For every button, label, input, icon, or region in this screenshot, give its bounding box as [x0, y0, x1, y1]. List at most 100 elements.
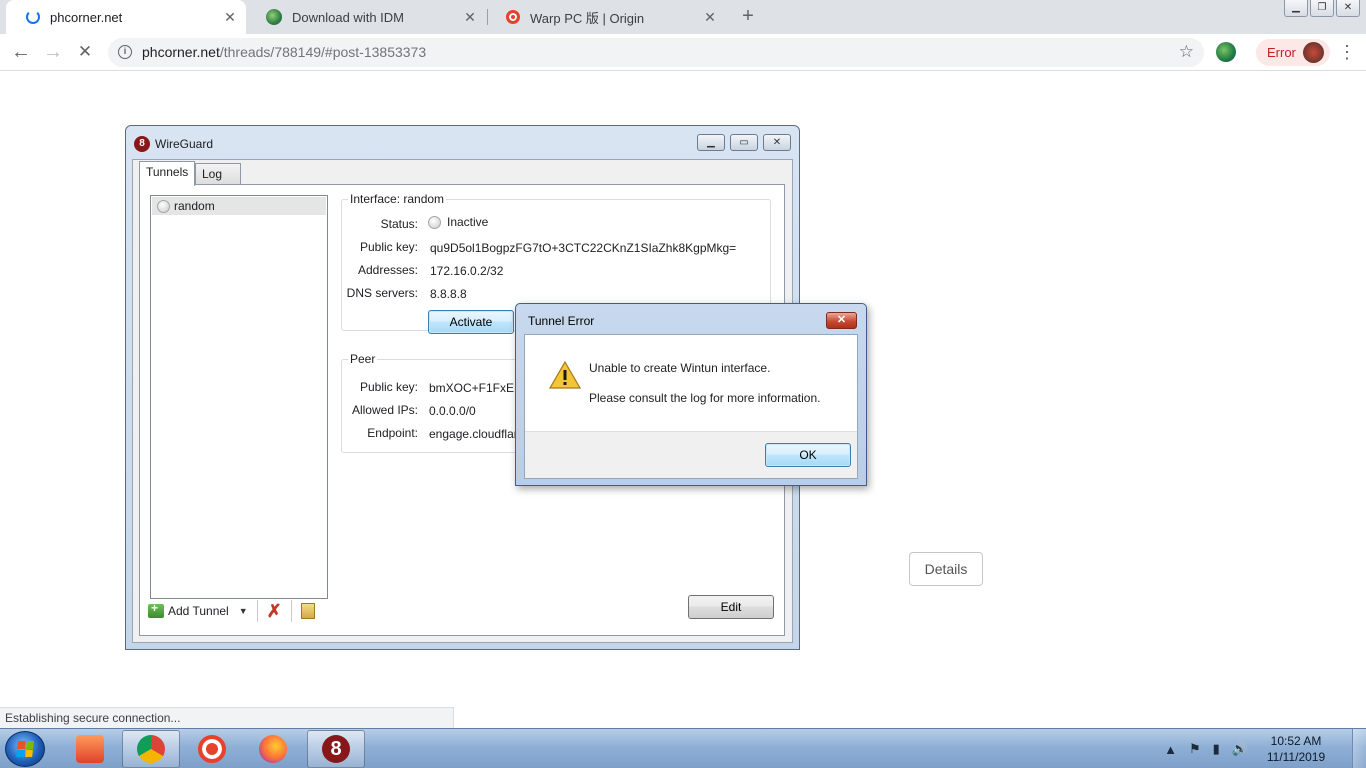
dialog-footer: OK [525, 431, 857, 478]
close-tab-icon[interactable]: ✕ [702, 9, 718, 25]
peer-legend: Peer [348, 352, 378, 366]
clock-time: 10:52 AM [1270, 734, 1322, 748]
edit-button[interactable]: Edit [688, 595, 774, 619]
inactive-status-icon [157, 199, 170, 213]
addresses-value: 172.16.0.2/32 [430, 264, 504, 278]
action-center-icon[interactable]: ⚑ [1189, 741, 1201, 757]
address-bar[interactable]: i phcorner.net/threads/788149/#post-1385… [108, 38, 1204, 67]
peer-pubkey-label: Public key: [359, 380, 418, 394]
allowed-ips-label: Allowed IPs: [351, 403, 418, 417]
tab-title: Download with IDM [292, 9, 404, 25]
bookmark-star-icon[interactable]: ☆ [1179, 42, 1194, 62]
back-button[interactable]: ← [8, 40, 34, 66]
new-tab-button[interactable]: + [737, 5, 759, 27]
pubkey-label: Public key: [359, 240, 418, 254]
clock[interactable]: 10:52 AM 11/11/2019 [1254, 733, 1338, 765]
origin-icon [198, 735, 226, 763]
activate-button[interactable]: Activate [428, 310, 514, 334]
status-text: Inactive [447, 215, 489, 229]
tab-log[interactable]: Log [195, 163, 241, 185]
close-tab-icon[interactable]: ✕ [222, 9, 238, 25]
wireguard-window-controls: ▁ ▭ ✕ [697, 134, 791, 151]
browser-toolbar: ← → ✕ i phcorner.net/threads/788149/#pos… [0, 34, 1366, 71]
taskbar-origin[interactable] [183, 730, 241, 768]
restore-button[interactable]: ❐ [1310, 0, 1334, 17]
forward-button[interactable]: → [40, 40, 66, 66]
windows-logo-icon [16, 741, 34, 757]
profile-error-button[interactable]: Error [1256, 39, 1330, 66]
url-path: /threads/788149/#post-13853373 [219, 44, 427, 60]
tab-warp-origin[interactable]: Warp PC 版 | Origin ✕ [486, 0, 726, 34]
export-tunnels-icon[interactable] [300, 603, 315, 619]
maximize-button[interactable]: ▭ [730, 134, 758, 151]
close-window-button[interactable]: ✕ [1336, 0, 1360, 17]
status-label: Status: [380, 217, 418, 231]
endpoint-label: Endpoint: [367, 426, 418, 440]
show-hidden-icons-icon[interactable]: ▲ [1164, 742, 1177, 757]
list-item[interactable]: random [152, 197, 326, 215]
status-bubble: Establishing secure connection... [0, 707, 454, 729]
tab-tunnels[interactable]: Tunnels [139, 161, 196, 186]
taskbar-media-player[interactable] [61, 730, 119, 768]
idm-extension-icon[interactable] [1216, 42, 1236, 62]
inactive-status-icon [428, 215, 441, 229]
minimize-button[interactable]: ▁ [697, 134, 725, 151]
add-tunnel-icon [148, 601, 164, 618]
close-window-button[interactable]: ✕ [763, 134, 791, 151]
tunnel-toolbar: Add Tunnel ▼ ✗ [148, 599, 315, 623]
wireguard-icon: 8 [322, 735, 350, 763]
warning-icon [549, 361, 581, 389]
tab-title: phcorner.net [50, 9, 123, 25]
tab-download-idm[interactable]: Download with IDM ✕ [246, 0, 486, 34]
start-button[interactable] [5, 731, 45, 767]
chevron-down-icon[interactable]: ▼ [239, 606, 248, 616]
ok-button[interactable]: OK [765, 443, 851, 467]
tunnel-error-dialog: Tunnel Error ✕ Unable to create Wintun i… [515, 303, 867, 486]
window-title: WireGuard [155, 137, 214, 151]
url-host: phcorner.net [142, 44, 220, 60]
pubkey-value: qu9D5ol1BogpzFG7tO+3CTC22CKnZ1SIaZhk8Kgp… [430, 241, 737, 255]
dialog-message-line2: Please consult the log for more informat… [589, 391, 821, 405]
window-controls: ▁ ❐ ✕ [1284, 0, 1360, 17]
taskbar-wireguard[interactable]: 8 [307, 730, 365, 768]
tab-title: Warp PC 版 | Origin [530, 10, 645, 26]
stop-loading-button[interactable]: ✕ [72, 40, 98, 66]
wireguard-logo-icon: 8 [134, 136, 150, 152]
taskbar-chrome[interactable] [122, 730, 180, 768]
clock-date: 11/11/2019 [1266, 750, 1326, 764]
toolbar-divider [290, 600, 292, 622]
tunnel-name: random [174, 199, 215, 213]
dialog-message-line1: Unable to create Wintun interface. [589, 361, 771, 375]
delete-tunnel-icon[interactable]: ✗ [267, 602, 282, 620]
dialog-close-button[interactable]: ✕ [826, 312, 857, 329]
taskbar: 8 ▲ ⚑ ▮ 🔊 10:52 AM 11/11/2019 [0, 728, 1366, 768]
tab-phcorner[interactable]: phcorner.net ✕ [6, 0, 246, 34]
tab-strip: phcorner.net ✕ Download with IDM ✕ Warp … [0, 0, 1366, 34]
toolbar-divider [256, 600, 258, 622]
dns-label: DNS servers: [346, 286, 418, 300]
network-icon[interactable]: ▮ [1213, 741, 1220, 757]
firefox-icon [259, 735, 287, 763]
dialog-body: Unable to create Wintun interface. Pleas… [524, 334, 858, 479]
chrome-menu-icon[interactable]: ⋮ [1338, 40, 1356, 64]
url-text: phcorner.net/threads/788149/#post-138533… [142, 44, 426, 60]
tunnel-list[interactable]: random [150, 195, 328, 599]
volume-icon[interactable]: 🔊 [1232, 741, 1248, 757]
profile-error-label: Error [1267, 45, 1296, 60]
show-desktop-button[interactable] [1352, 729, 1366, 768]
taskbar-firefox[interactable] [244, 730, 302, 768]
avatar [1303, 42, 1324, 63]
addresses-label: Addresses: [357, 263, 418, 277]
close-tab-icon[interactable]: ✕ [462, 9, 478, 25]
details-button[interactable]: Details [909, 552, 983, 586]
interface-legend: Interface: random [348, 192, 447, 206]
origin-icon [506, 10, 520, 24]
idm-globe-icon [266, 9, 282, 25]
minimize-button[interactable]: ▁ [1284, 0, 1308, 17]
dialog-message-area: Unable to create Wintun interface. Pleas… [525, 335, 857, 431]
add-tunnel-button[interactable]: Add Tunnel [168, 604, 229, 618]
loading-spinner-icon [26, 10, 40, 24]
dialog-title: Tunnel Error [528, 314, 595, 328]
media-player-icon [76, 735, 104, 763]
site-info-icon[interactable]: i [118, 45, 132, 59]
